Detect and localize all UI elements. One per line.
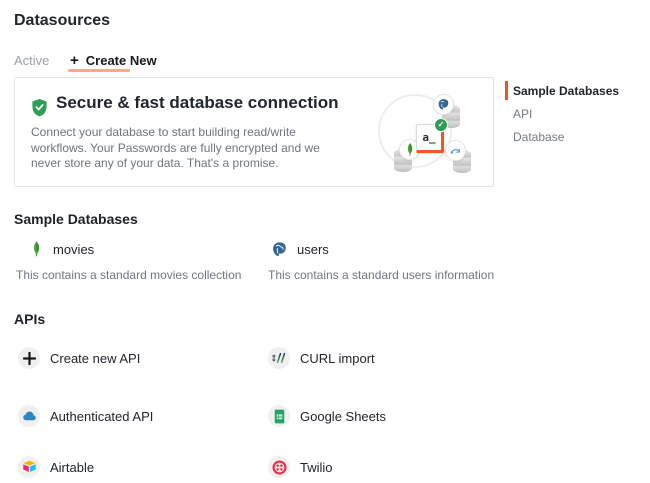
nav-item-database[interactable]: Database (513, 130, 564, 144)
banner-heading: Secure & fast database connection (56, 93, 338, 113)
curl-icon (268, 347, 290, 369)
section-title-sample-databases: Sample Databases (14, 211, 138, 227)
banner-description: Connect your database to start building … (31, 125, 346, 172)
sample-db-card-movies[interactable]: movies This contains a standard movies c… (16, 239, 241, 282)
tab-create-new-label: Create New (86, 53, 157, 68)
api-item-authenticated-api[interactable]: Authenticated API (18, 405, 153, 427)
nav-item-sample-databases[interactable]: Sample Databases (513, 84, 619, 98)
appsmith-logo-card: a_ ✓ (416, 124, 444, 153)
api-item-label: Airtable (50, 460, 94, 475)
tab-create-new[interactable]: + Create New (70, 52, 157, 69)
section-title-apis: APIs (14, 311, 45, 327)
api-item-label: Create new API (50, 351, 140, 366)
secure-connection-banner: Secure & fast database connection Connec… (14, 77, 494, 187)
api-item-label: Twilio (300, 460, 333, 475)
sample-db-description: This contains a standard users informati… (268, 268, 494, 282)
check-badge-icon: ✓ (434, 118, 448, 132)
api-item-twilio[interactable]: Twilio (268, 456, 333, 478)
api-connector-icon (445, 140, 466, 161)
api-item-curl-import[interactable]: CURL import (268, 347, 375, 369)
plus-icon (18, 347, 40, 369)
postgresql-icon (271, 241, 288, 258)
nav-item-api[interactable]: API (513, 107, 532, 121)
nav-active-indicator (505, 81, 508, 100)
sample-db-name: movies (53, 242, 94, 257)
postgresql-icon (433, 94, 454, 115)
api-item-label: Google Sheets (300, 409, 386, 424)
airtable-icon (18, 456, 40, 478)
api-item-airtable[interactable]: Airtable (18, 456, 94, 478)
mongodb-icon (31, 241, 42, 258)
shield-check-icon (31, 98, 48, 117)
cloud-icon (18, 405, 40, 427)
sample-db-name: users (297, 242, 329, 257)
sample-db-description: This contains a standard movies collecti… (16, 268, 241, 282)
active-tab-underline (68, 69, 130, 72)
twilio-icon (268, 456, 290, 478)
api-item-label: Authenticated API (50, 409, 153, 424)
page-title: Datasources (14, 12, 110, 30)
appsmith-logo-text: a_ (422, 131, 435, 144)
google-sheets-icon (268, 405, 290, 427)
api-item-label: CURL import (300, 351, 375, 366)
plus-icon: + (70, 52, 79, 69)
api-item-create-new[interactable]: Create new API (18, 347, 140, 369)
sample-db-card-users[interactable]: users This contains a standard users inf… (268, 239, 494, 282)
api-item-google-sheets[interactable]: Google Sheets (268, 405, 386, 427)
tab-active-datasources[interactable]: Active (14, 53, 49, 68)
